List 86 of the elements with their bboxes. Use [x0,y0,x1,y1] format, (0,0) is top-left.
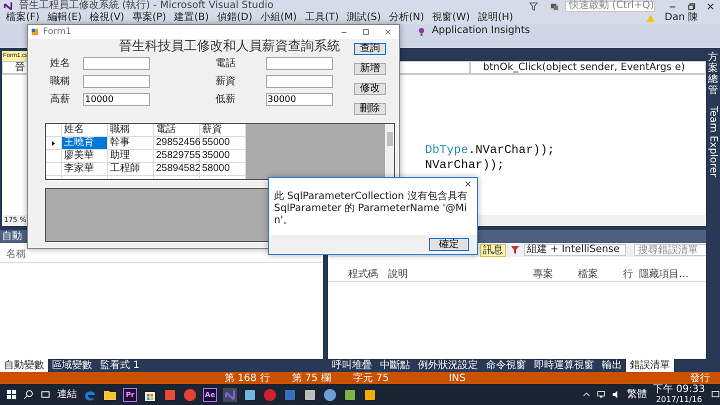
menu-item[interactable]: 工具(T) [300,12,343,24]
table-cell[interactable]: 25894582 [154,163,200,175]
panel-tab[interactable]: 錯誤清單 [626,359,674,372]
table-cell[interactable]: 55000 [200,137,246,149]
error-message: 此 SqlParameterCollection 沒有包含具有 SqlParameter 的 ParameterName '@Min'。 [273,190,468,228]
table-cell[interactable]: 李家華 [62,163,108,175]
table-row[interactable]: 李家華 工程師 25894582 58000 [46,163,246,176]
column-header[interactable]: 隱藏項目... [639,269,689,281]
column-header[interactable]: 說明 [388,269,533,281]
column-header[interactable]: 薪資 [200,124,246,136]
menu-item[interactable]: 說明(H) [474,12,518,24]
column-header[interactable]: 職稱 [108,124,154,136]
field-label: 低薪 [214,94,236,106]
panel-tab[interactable]: 自動變數 [0,359,48,372]
side-tab[interactable]: 方案總管 [708,52,718,96]
column-header[interactable]: 行 [623,269,639,281]
column-number: 第 75 欄 [292,372,331,384]
messages-filter-button[interactable]: 訊息 [480,244,506,256]
menu-item[interactable]: 專案(P) [128,12,170,24]
side-tab[interactable]: Team Explorer [708,106,718,178]
input-language[interactable]: 繁體 [627,388,647,400]
menu-item[interactable]: 視窗(W) [428,12,474,24]
panel-tab[interactable]: 呼叫堆疊 [328,359,376,372]
field-label: 電話 [214,58,236,70]
menu-item[interactable]: 編輯(E) [44,12,86,24]
insert-mode: INS [448,372,466,384]
member-dropdown[interactable]: btnOk_Click(object sender, EventArgs e) [470,61,706,74]
column-header[interactable]: 名稱 [6,249,26,260]
toolbar-label[interactable]: 連結 [57,388,77,400]
table-cell[interactable]: 幹事 [108,137,154,149]
panel-tab[interactable]: 命令視窗 [482,359,530,372]
form-button[interactable]: 修改 [354,83,386,95]
column-header[interactable]: 姓名 [62,124,108,136]
window-title: 晉生工程員工修改系統 (執行) - Microsoft Visual Studio [19,0,274,12]
table-cell[interactable]: 王曉育 [62,137,108,149]
character-number: 字元 75 [352,372,389,384]
menu-item[interactable]: 小組(M) [256,12,301,24]
table-row[interactable]: 王曉育 幹事 29852456 55000 [46,137,246,150]
menu-item[interactable]: 建置(B) [170,12,213,24]
scope-dropdown[interactable]: 組建 + IntelliSense [524,244,626,256]
menu-item[interactable]: 檢視(V) [86,12,128,24]
panel-tab[interactable]: 即時運算視窗 [530,359,598,372]
panel-tab[interactable]: 區域變數 [48,359,96,372]
window-title: Form1 [43,26,72,38]
input-field[interactable]: 10000 [83,93,150,106]
form-button[interactable]: 刪除 [354,103,386,115]
panel-tab[interactable]: 中斷點 [376,359,414,372]
publish-button[interactable]: 發行 [690,372,710,384]
clock-time[interactable]: 下午 09:33 [653,385,705,395]
panel-tab[interactable]: 監看式 1 [96,359,144,372]
form-button[interactable]: 查詢 [354,43,386,55]
class-dropdown[interactable]: 晉 [15,62,25,74]
table-cell[interactable]: 工程師 [108,163,154,175]
field-label: 薪資 [214,76,236,88]
menu-item[interactable]: 檔案(F) [2,12,44,24]
table-cell[interactable]: 助理 [108,150,154,162]
table-cell[interactable]: 58000 [200,163,246,175]
ok-button[interactable]: 確定 [429,238,469,251]
clock-date[interactable]: 2017/11/16 [656,395,702,404]
field-label: 高薪 [49,94,71,106]
application-insights-button[interactable]: Application Insights [432,25,530,37]
menu-item[interactable]: 偵錯(D) [212,12,256,24]
table-cell[interactable]: 29852456 [154,137,200,149]
form-heading: 晉生科技員工修改和人員薪資查詢系統 [118,39,341,54]
quick-launch-field[interactable]: 快速啟動 (Ctrl+Q) [565,0,655,12]
table-cell[interactable]: 廖美華 [62,150,108,162]
column-header[interactable]: 程式碼 [348,269,388,281]
panel-title: 自動 [2,230,22,242]
field-label: 職稱 [49,76,71,88]
panel-tab[interactable]: 輸出 [598,359,626,372]
field-label: 姓名 [49,58,71,70]
table-cell[interactable]: 35000 [200,150,246,162]
table-row[interactable]: 廖美華 助理 25829755 35000 [46,150,246,163]
line-number: 第 168 行 [224,372,270,384]
code-line: DbType.NVarChar)); [425,143,556,158]
code-line: NVarChar)); [425,158,506,173]
input-field[interactable]: 30000 [266,93,332,106]
user-name[interactable]: Dan 陳 [664,12,698,24]
column-header[interactable]: 電話 [154,124,200,136]
form-button[interactable]: 新增 [354,63,386,75]
panel-tab[interactable]: 例外狀況設定 [414,359,482,372]
column-header[interactable]: 檔案 [578,269,623,281]
menu-item[interactable]: 分析(N) [384,12,428,24]
menu-item[interactable]: 測試(S) [342,12,385,24]
table-cell[interactable]: 25829755 [154,150,200,162]
column-header[interactable]: 專案 [533,269,578,281]
